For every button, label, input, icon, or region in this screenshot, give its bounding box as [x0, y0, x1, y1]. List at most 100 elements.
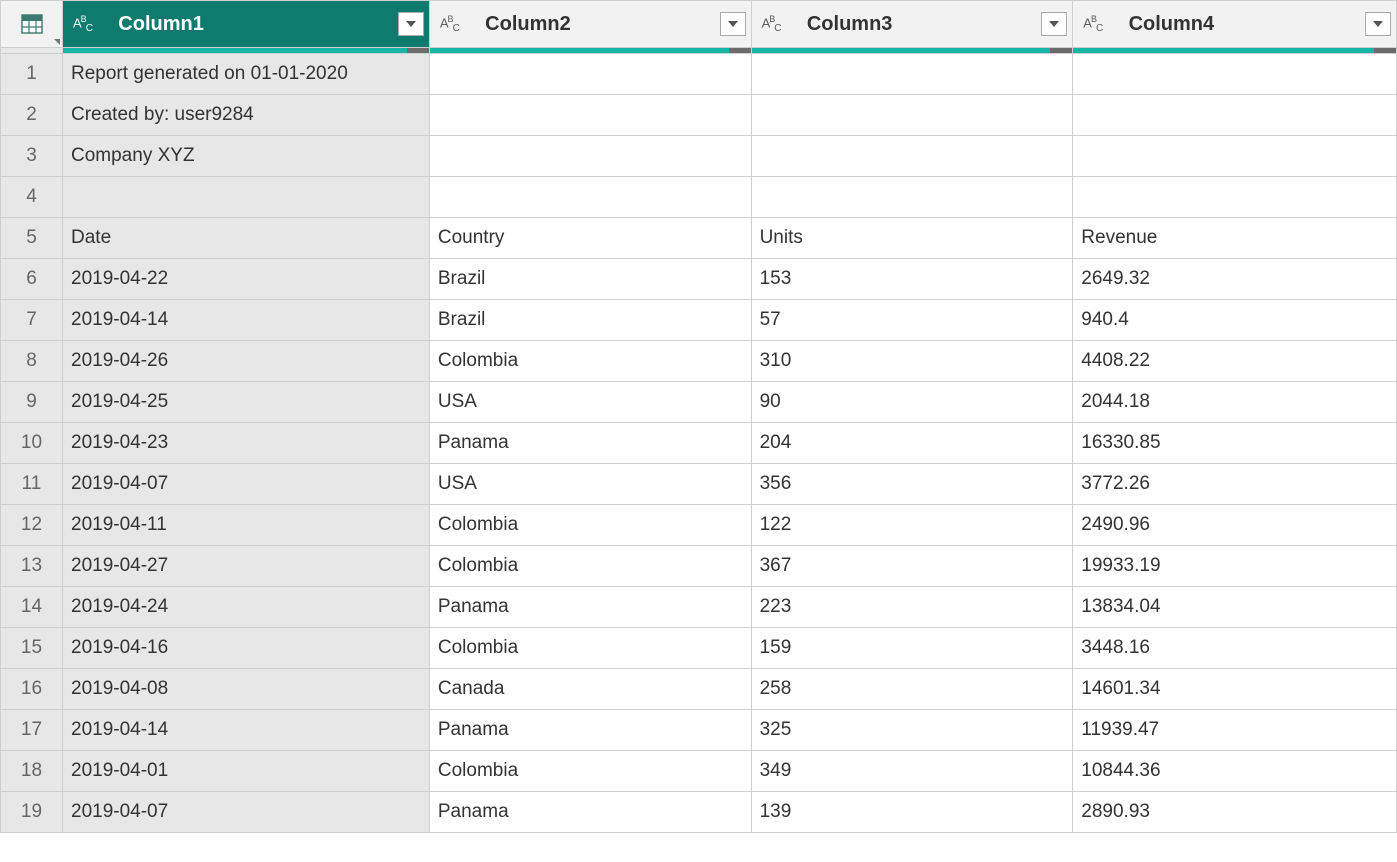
row-number[interactable]: 4 — [1, 177, 63, 218]
cell[interactable]: 258 — [751, 669, 1073, 710]
cell[interactable]: 16330.85 — [1073, 423, 1397, 464]
row-number[interactable]: 3 — [1, 136, 63, 177]
row-number[interactable]: 6 — [1, 259, 63, 300]
cell[interactable]: 2019-04-07 — [63, 464, 430, 505]
table-row[interactable]: 62019-04-22Brazil1532649.32 — [1, 259, 1397, 300]
cell[interactable]: Panama — [429, 792, 751, 833]
cell[interactable]: Colombia — [429, 751, 751, 792]
cell[interactable]: 2019-04-07 — [63, 792, 430, 833]
table-row[interactable]: 162019-04-08Canada25814601.34 — [1, 669, 1397, 710]
cell[interactable]: 204 — [751, 423, 1073, 464]
cell[interactable]: Panama — [429, 587, 751, 628]
cell[interactable]: Report generated on 01-01-2020 — [63, 54, 430, 95]
row-number[interactable]: 7 — [1, 300, 63, 341]
cell[interactable] — [429, 95, 751, 136]
cell[interactable] — [1073, 95, 1397, 136]
row-number[interactable]: 5 — [1, 218, 63, 259]
cell[interactable]: 2019-04-23 — [63, 423, 430, 464]
column-filter-button[interactable] — [1365, 12, 1391, 36]
cell[interactable]: 310 — [751, 341, 1073, 382]
cell[interactable]: 2649.32 — [1073, 259, 1397, 300]
row-number[interactable]: 1 — [1, 54, 63, 95]
cell[interactable]: Units — [751, 218, 1073, 259]
column-header-column2[interactable]: ABC Column2 — [429, 1, 751, 48]
column-filter-button[interactable] — [720, 12, 746, 36]
table-row[interactable]: 182019-04-01Colombia34910844.36 — [1, 751, 1397, 792]
cell[interactable]: Panama — [429, 710, 751, 751]
cell[interactable]: Date — [63, 218, 430, 259]
row-number[interactable]: 15 — [1, 628, 63, 669]
cell[interactable]: 90 — [751, 382, 1073, 423]
cell[interactable]: Colombia — [429, 628, 751, 669]
row-number[interactable]: 16 — [1, 669, 63, 710]
column-header-column1[interactable]: ABC Column1 — [63, 1, 430, 48]
cell[interactable]: 159 — [751, 628, 1073, 669]
cell[interactable]: Brazil — [429, 259, 751, 300]
table-row[interactable]: 82019-04-26Colombia3104408.22 — [1, 341, 1397, 382]
cell[interactable]: 4408.22 — [1073, 341, 1397, 382]
table-row[interactable]: 112019-04-07USA3563772.26 — [1, 464, 1397, 505]
cell[interactable]: 2019-04-26 — [63, 341, 430, 382]
cell[interactable]: 11939.47 — [1073, 710, 1397, 751]
cell[interactable] — [429, 177, 751, 218]
cell[interactable] — [429, 54, 751, 95]
cell[interactable]: 13834.04 — [1073, 587, 1397, 628]
row-number[interactable]: 11 — [1, 464, 63, 505]
cell[interactable]: Company XYZ — [63, 136, 430, 177]
cell[interactable]: 2019-04-14 — [63, 300, 430, 341]
cell[interactable]: Country — [429, 218, 751, 259]
cell[interactable]: 2019-04-01 — [63, 751, 430, 792]
table-row[interactable]: 92019-04-25USA902044.18 — [1, 382, 1397, 423]
cell[interactable]: Panama — [429, 423, 751, 464]
table-row[interactable]: 4 — [1, 177, 1397, 218]
cell[interactable]: 14601.34 — [1073, 669, 1397, 710]
cell[interactable] — [63, 177, 430, 218]
table-row[interactable]: 5DateCountryUnitsRevenue — [1, 218, 1397, 259]
column-filter-button[interactable] — [398, 12, 424, 36]
cell[interactable] — [1073, 177, 1397, 218]
table-row[interactable]: 152019-04-16Colombia1593448.16 — [1, 628, 1397, 669]
cell[interactable]: Revenue — [1073, 218, 1397, 259]
cell[interactable]: Created by: user9284 — [63, 95, 430, 136]
column-header-column4[interactable]: ABC Column4 — [1073, 1, 1397, 48]
row-number[interactable]: 17 — [1, 710, 63, 751]
cell[interactable]: 19933.19 — [1073, 546, 1397, 587]
select-all-corner[interactable] — [1, 1, 63, 48]
cell[interactable] — [751, 177, 1073, 218]
table-row[interactable]: 132019-04-27Colombia36719933.19 — [1, 546, 1397, 587]
table-row[interactable]: 72019-04-14Brazil57940.4 — [1, 300, 1397, 341]
cell[interactable]: Brazil — [429, 300, 751, 341]
row-number[interactable]: 13 — [1, 546, 63, 587]
cell[interactable] — [751, 95, 1073, 136]
cell[interactable] — [1073, 54, 1397, 95]
cell[interactable]: 2019-04-14 — [63, 710, 430, 751]
row-number[interactable]: 18 — [1, 751, 63, 792]
cell[interactable]: 940.4 — [1073, 300, 1397, 341]
cell[interactable]: 3772.26 — [1073, 464, 1397, 505]
row-number[interactable]: 8 — [1, 341, 63, 382]
table-row[interactable]: 122019-04-11Colombia1222490.96 — [1, 505, 1397, 546]
cell[interactable] — [751, 54, 1073, 95]
cell[interactable]: Canada — [429, 669, 751, 710]
cell[interactable]: 2019-04-24 — [63, 587, 430, 628]
cell[interactable]: 2019-04-11 — [63, 505, 430, 546]
cell[interactable]: 122 — [751, 505, 1073, 546]
column-header-column3[interactable]: ABC Column3 — [751, 1, 1073, 48]
cell[interactable]: 153 — [751, 259, 1073, 300]
cell[interactable]: 139 — [751, 792, 1073, 833]
cell[interactable]: 349 — [751, 751, 1073, 792]
cell[interactable]: 2490.96 — [1073, 505, 1397, 546]
cell[interactable]: 10844.36 — [1073, 751, 1397, 792]
cell[interactable]: Colombia — [429, 341, 751, 382]
cell[interactable]: 2019-04-22 — [63, 259, 430, 300]
cell[interactable]: Colombia — [429, 505, 751, 546]
table-row[interactable]: 192019-04-07Panama1392890.93 — [1, 792, 1397, 833]
cell[interactable]: 57 — [751, 300, 1073, 341]
cell[interactable] — [751, 136, 1073, 177]
cell[interactable]: Colombia — [429, 546, 751, 587]
cell[interactable]: 2019-04-27 — [63, 546, 430, 587]
cell[interactable]: 223 — [751, 587, 1073, 628]
row-number[interactable]: 19 — [1, 792, 63, 833]
cell[interactable]: USA — [429, 382, 751, 423]
cell[interactable]: 325 — [751, 710, 1073, 751]
